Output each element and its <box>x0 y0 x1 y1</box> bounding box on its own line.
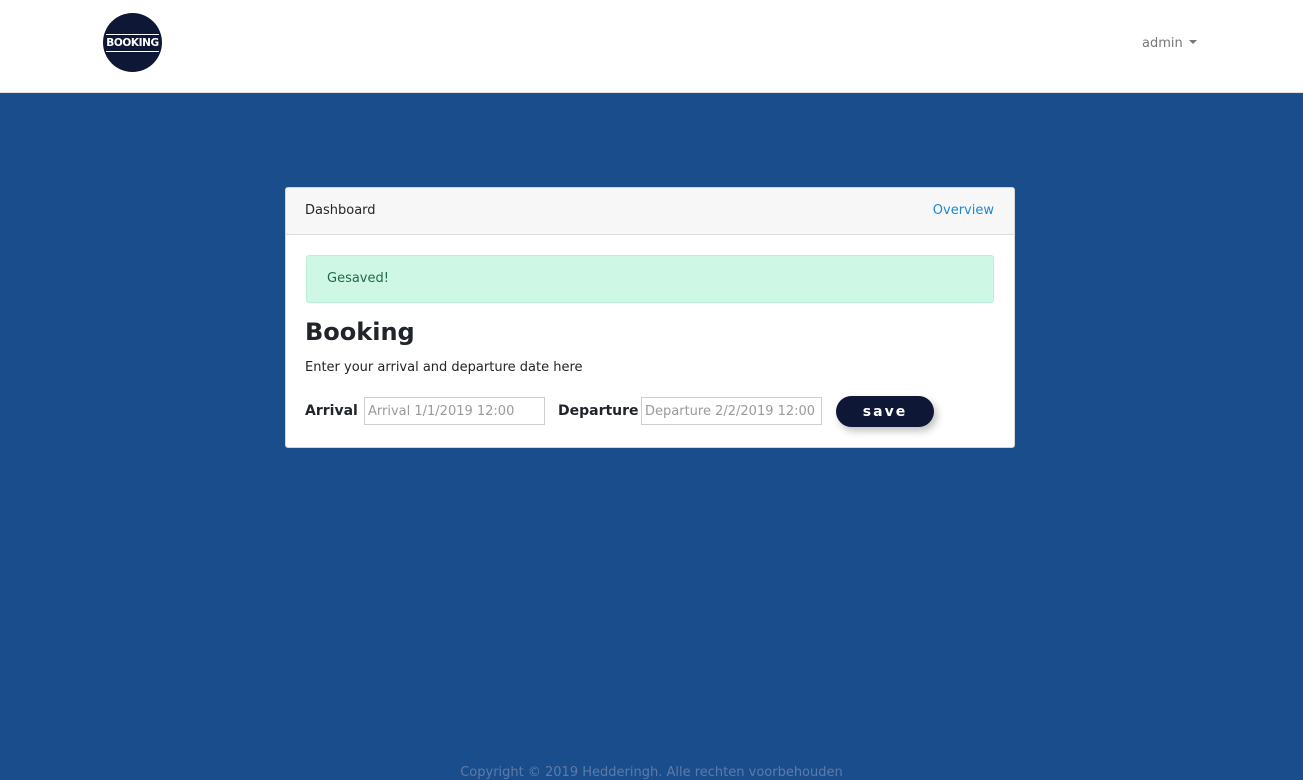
departure-label: Departure <box>558 403 639 419</box>
caret-down-icon <box>1188 40 1197 44</box>
overview-link[interactable]: Overview <box>933 203 994 218</box>
logo-text: BOOKING <box>106 33 159 52</box>
departure-input[interactable] <box>641 397 822 425</box>
instructions-text: Enter your arrival and departure date he… <box>305 360 583 375</box>
booking-logo[interactable]: BOOKING <box>103 13 162 72</box>
card-title: Dashboard <box>305 203 376 218</box>
alert-text: Gesaved! <box>327 271 389 286</box>
arrival-input[interactable] <box>364 397 545 425</box>
top-navbar: BOOKING admin <box>0 0 1303 93</box>
success-alert: Gesaved! <box>306 255 994 303</box>
save-button[interactable]: save <box>836 396 934 427</box>
dashboard-card: Dashboard Overview Gesaved! Booking Ente… <box>285 187 1015 448</box>
user-menu-label: admin <box>1142 35 1183 51</box>
card-header: Dashboard Overview <box>286 188 1014 235</box>
user-menu-dropdown[interactable]: admin <box>1142 34 1197 52</box>
page-title: Booking <box>305 318 415 346</box>
arrival-label: Arrival <box>305 403 358 419</box>
